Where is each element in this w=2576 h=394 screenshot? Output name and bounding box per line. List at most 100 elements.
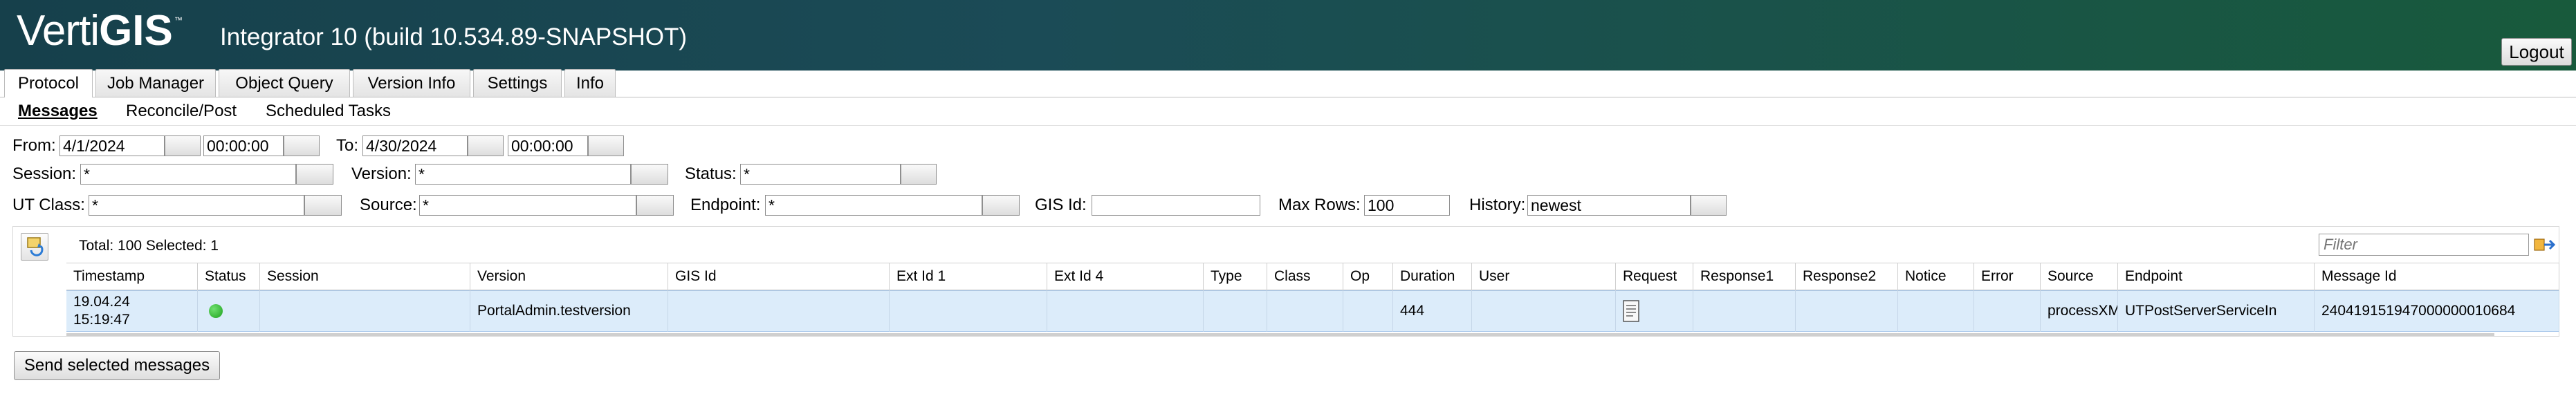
to-time-picker-button[interactable]	[588, 135, 624, 156]
cell-ext-id-1	[890, 290, 1047, 332]
col-source[interactable]: Source	[2041, 263, 2118, 290]
maxrows-input[interactable]: 100	[1364, 195, 1450, 216]
cell-message-id: 240419151947000000010684	[2315, 290, 2559, 332]
utclass-label: UT Class:	[12, 196, 85, 214]
source-dropdown-button[interactable]	[636, 195, 674, 216]
col-gis-id[interactable]: GIS Id	[668, 263, 890, 290]
col-ext-id-4[interactable]: Ext Id 4	[1047, 263, 1204, 290]
to-label: To:	[336, 136, 359, 155]
grid-total-count: Total: 100 Selected: 1	[79, 238, 219, 254]
cell-response2	[1796, 290, 1898, 332]
cell-version: PortalAdmin.testversion	[470, 290, 668, 332]
from-date-input[interactable]: 4/1/2024	[59, 135, 165, 156]
col-user[interactable]: User	[1472, 263, 1616, 290]
tab-protocol[interactable]: Protocol	[4, 69, 93, 97]
history-select[interactable]: newest	[1527, 195, 1691, 216]
document-icon[interactable]	[1623, 300, 1639, 322]
cell-status	[198, 290, 260, 332]
subtab-divider	[0, 125, 2576, 126]
col-version[interactable]: Version	[470, 263, 668, 290]
horizontal-scrollbar[interactable]	[66, 333, 2494, 336]
utclass-dropdown-button[interactable]	[304, 195, 342, 216]
logo-text-gis: GIS	[99, 7, 173, 55]
source-input[interactable]: *	[419, 195, 636, 216]
col-response2[interactable]: Response2	[1796, 263, 1898, 290]
session-input[interactable]: *	[80, 164, 296, 185]
cell-ext-id-4	[1047, 290, 1204, 332]
cell-user	[1472, 290, 1616, 332]
col-ext-id-1[interactable]: Ext Id 1	[890, 263, 1047, 290]
version-dropdown-button[interactable]	[631, 164, 668, 185]
timestamp-time: 15:19:47	[73, 312, 130, 328]
subtab-messages[interactable]: Messages	[18, 102, 98, 121]
col-request[interactable]: Request	[1616, 263, 1693, 290]
col-type[interactable]: Type	[1204, 263, 1267, 290]
col-error[interactable]: Error	[1974, 263, 2041, 290]
cell-request	[1616, 290, 1693, 332]
col-op[interactable]: Op	[1343, 263, 1393, 290]
col-duration[interactable]: Duration	[1393, 263, 1472, 290]
history-label: History:	[1469, 196, 1526, 214]
col-class[interactable]: Class	[1267, 263, 1343, 290]
version-label: Version:	[351, 165, 412, 183]
cell-error	[1974, 290, 2041, 332]
cell-session	[260, 290, 470, 332]
gisid-input[interactable]	[1092, 195, 1260, 216]
vertigis-logo: Verti GIS ™	[17, 7, 183, 55]
tab-info[interactable]: Info	[564, 69, 616, 97]
utclass-input[interactable]: *	[89, 195, 304, 216]
col-status[interactable]: Status	[198, 263, 260, 290]
cell-gis-id	[668, 290, 890, 332]
cell-op	[1343, 290, 1393, 332]
from-time-input[interactable]: 00:00:00	[203, 135, 284, 156]
app-title: Integrator 10 (build 10.534.89-SNAPSHOT)	[220, 24, 688, 50]
gisid-label: GIS Id:	[1035, 196, 1087, 214]
col-message-id[interactable]: Message Id	[2315, 263, 2559, 290]
subtab-reconcile-post[interactable]: Reconcile/Post	[126, 102, 237, 121]
tab-settings[interactable]: Settings	[473, 69, 562, 97]
cell-response1	[1693, 290, 1796, 332]
session-dropdown-button[interactable]	[296, 164, 333, 185]
version-input[interactable]: *	[415, 164, 631, 185]
status-label: Status:	[685, 165, 737, 183]
status-input[interactable]: *	[740, 164, 901, 185]
tab-job-manager[interactable]: Job Manager	[95, 69, 216, 97]
endpoint-label: Endpoint:	[690, 196, 761, 214]
status-ok-icon	[209, 304, 223, 318]
col-endpoint[interactable]: Endpoint	[2118, 263, 2315, 290]
refresh-button[interactable]	[21, 233, 48, 261]
cell-source: processXM	[2041, 290, 2118, 332]
timestamp-date: 19.04.24	[73, 294, 130, 310]
subtab-scheduled-tasks[interactable]: Scheduled Tasks	[266, 102, 391, 121]
filter-clear-icon[interactable]	[2533, 235, 2555, 254]
cell-type	[1204, 290, 1267, 332]
send-selected-messages-button[interactable]: Send selected messages	[14, 351, 220, 380]
from-label: From:	[12, 136, 56, 155]
col-response1[interactable]: Response1	[1693, 263, 1796, 290]
logout-button[interactable]: Logout	[2501, 38, 2572, 66]
endpoint-input[interactable]: *	[765, 195, 982, 216]
to-date-input[interactable]: 4/30/2024	[362, 135, 468, 156]
cell-duration: 444	[1393, 290, 1472, 332]
grid-filter-input[interactable]	[2319, 234, 2529, 256]
cell-notice	[1898, 290, 1974, 332]
history-dropdown-button[interactable]	[1691, 195, 1727, 216]
logo-trademark: ™	[174, 15, 183, 25]
from-time-picker-button[interactable]	[284, 135, 320, 156]
from-date-picker-button[interactable]	[165, 135, 201, 156]
cell-endpoint: UTPostServerServiceIn	[2118, 290, 2315, 332]
refresh-icon	[27, 237, 44, 256]
col-notice[interactable]: Notice	[1898, 263, 1974, 290]
status-dropdown-button[interactable]	[901, 164, 937, 185]
maxrows-label: Max Rows:	[1278, 196, 1361, 214]
col-timestamp[interactable]: Timestamp	[66, 263, 198, 290]
col-session[interactable]: Session	[260, 263, 470, 290]
to-date-picker-button[interactable]	[468, 135, 504, 156]
session-label: Session:	[12, 165, 77, 183]
endpoint-dropdown-button[interactable]	[982, 195, 1020, 216]
tab-object-query[interactable]: Object Query	[219, 69, 350, 97]
cell-class	[1267, 290, 1343, 332]
tab-version-info[interactable]: Version Info	[353, 69, 470, 97]
to-time-input[interactable]: 00:00:00	[508, 135, 588, 156]
cell-timestamp: 19.04.24 15:19:47	[66, 290, 198, 332]
